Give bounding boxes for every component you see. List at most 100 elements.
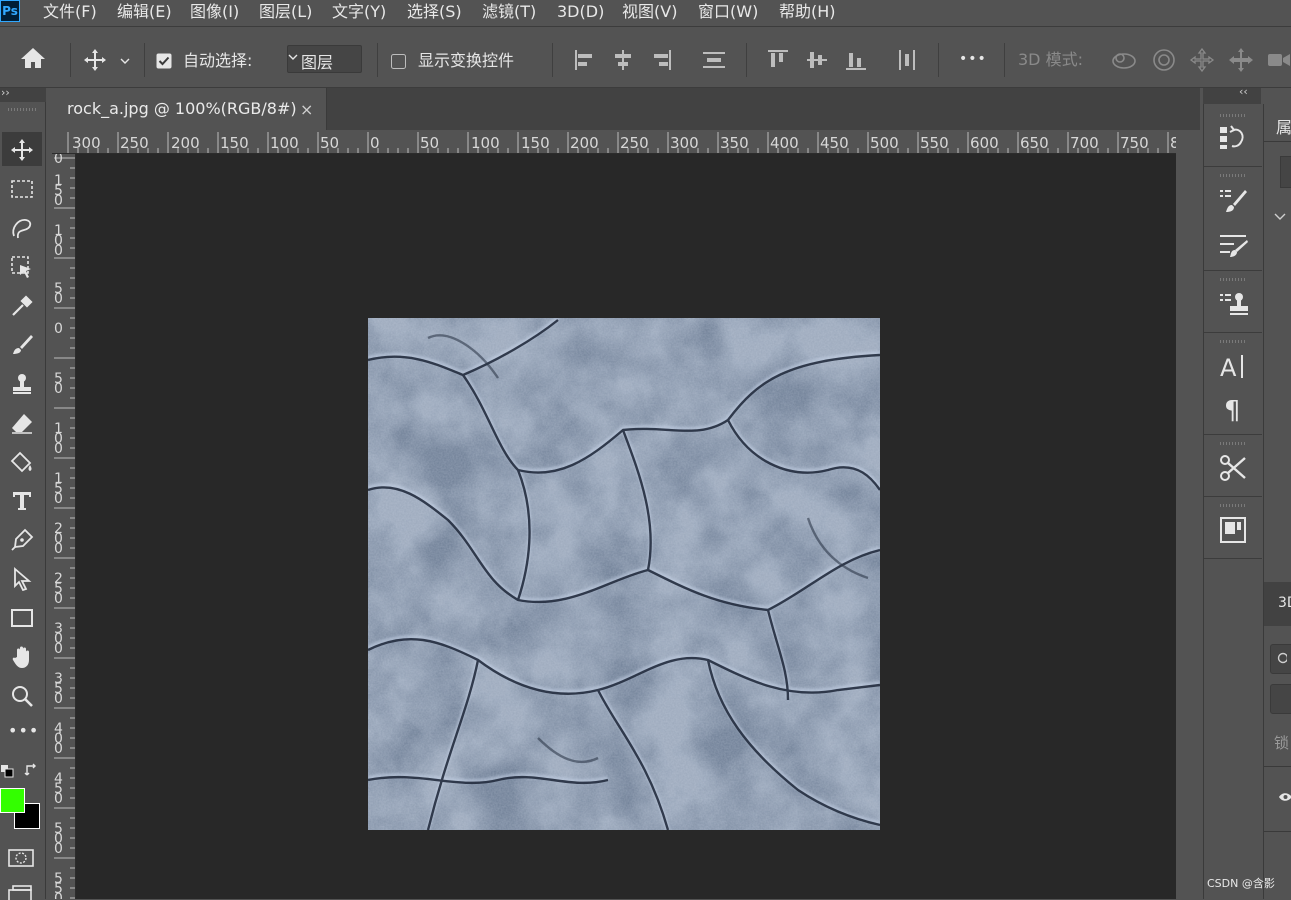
distribute-horizontal-icon[interactable] xyxy=(896,49,918,71)
ruler-label: 150 xyxy=(220,134,249,152)
properties-field[interactable] xyxy=(1280,156,1291,188)
toolbar-collapse-button[interactable]: ›› xyxy=(1,86,10,99)
menu-filter[interactable]: 滤镜(T) xyxy=(482,0,536,24)
move-tool[interactable] xyxy=(2,132,42,166)
object-selection-tool[interactable] xyxy=(2,249,42,283)
align-top-icon[interactable] xyxy=(767,49,789,71)
ruler-label: 4 5 0 xyxy=(54,771,63,807)
brush-tool[interactable] xyxy=(2,327,42,361)
auto-select-checkbox[interactable] xyxy=(156,53,172,69)
menu-select[interactable]: 选择(S) xyxy=(407,0,462,24)
document-tab[interactable]: rock_a.jpg @ 100%(RGB/8#) × xyxy=(52,88,327,130)
align-horizontal-center-icon[interactable] xyxy=(613,49,633,71)
video-3d-camera-icon[interactable] xyxy=(1267,50,1291,70)
eyedropper-tool[interactable] xyxy=(2,288,42,322)
marquee-icon xyxy=(11,180,33,198)
layer-row[interactable] xyxy=(1264,766,1291,832)
menu-window[interactable]: 窗口(W) xyxy=(698,0,758,24)
rectangular-marquee-tool[interactable] xyxy=(2,171,42,205)
ruler-label: 1 5 0 xyxy=(54,173,63,209)
ruler-label: 300 xyxy=(72,134,101,152)
tool-presets-icon[interactable] xyxy=(1217,452,1249,484)
paint-bucket-tool[interactable] xyxy=(2,444,42,478)
panel-3d-tab[interactable]: 3D xyxy=(1264,582,1291,626)
menu-help[interactable]: 帮助(H) xyxy=(779,0,836,24)
close-tab-button[interactable]: × xyxy=(300,100,313,119)
distribute-vertical-icon[interactable] xyxy=(702,49,726,71)
path-selection-tool[interactable] xyxy=(2,561,42,595)
menu-layer[interactable]: 图层(L) xyxy=(259,0,312,24)
vertical-ruler[interactable]: 0 1 5 0 1 0 0 5 0 0 5 0 1 0 0 1 5 0 2 0 0 2 5 0 3 … xyxy=(52,154,76,899)
align-right-icon[interactable] xyxy=(652,49,672,71)
type-tool[interactable] xyxy=(2,483,42,517)
ruler-label: 1 0 0 xyxy=(54,223,63,259)
menu-type[interactable]: 文字(Y) xyxy=(332,0,386,24)
align-bottom-icon[interactable] xyxy=(845,49,867,71)
watermark-text: CSDN @含影 xyxy=(1207,877,1275,890)
auto-select-label: 自动选择: xyxy=(183,51,253,70)
menu-3d[interactable]: 3D(D) xyxy=(557,0,604,24)
more-options-button[interactable]: ••• xyxy=(959,49,987,69)
ruler-label: 200 xyxy=(570,134,599,152)
toolbar-header: ›› xyxy=(0,86,46,102)
menu-view[interactable]: 视图(V) xyxy=(622,0,677,24)
arrow-cursor-icon xyxy=(14,567,32,591)
brush-settings-icon[interactable] xyxy=(1217,184,1249,216)
chevron-down-icon[interactable] xyxy=(120,57,130,65)
properties-tab[interactable]: 属 xyxy=(1264,104,1291,142)
home-icon[interactable] xyxy=(20,47,46,69)
quick-mask-icon[interactable] xyxy=(8,848,34,868)
chevron-down-icon[interactable] xyxy=(1274,212,1286,220)
align-vertical-center-icon[interactable] xyxy=(806,49,828,71)
ruler-label: 50 xyxy=(420,134,440,152)
default-colors-icon[interactable] xyxy=(0,764,14,778)
orbit-3d-camera-icon[interactable] xyxy=(1110,48,1138,72)
align-left-icon[interactable] xyxy=(574,49,594,71)
menu-file[interactable]: 文件(F) xyxy=(43,0,97,24)
vertical-scrollbar-track[interactable] xyxy=(1176,154,1200,899)
hand-tool[interactable] xyxy=(2,639,42,673)
separator xyxy=(1204,332,1262,333)
rectangle-icon xyxy=(11,609,33,627)
ruler-label: 5 5 0 xyxy=(54,871,63,899)
paragraph-panel-icon[interactable]: ¶ xyxy=(1217,392,1249,424)
swap-colors-icon[interactable] xyxy=(24,762,40,778)
ruler-label: 300 xyxy=(670,134,699,152)
edit-toolbar-button[interactable]: ••• xyxy=(2,717,42,751)
pan-3d-camera-icon[interactable] xyxy=(1189,47,1215,73)
separator xyxy=(70,43,71,77)
history-icon[interactable] xyxy=(1217,122,1249,154)
clone-source-icon[interactable] xyxy=(1217,288,1249,320)
rectangle-tool[interactable] xyxy=(2,600,42,634)
screen-mode-icon[interactable] xyxy=(8,884,34,900)
ruler-label: 5 0 xyxy=(54,281,63,307)
roll-3d-camera-icon[interactable] xyxy=(1151,47,1177,73)
more-tools-label: ••• xyxy=(8,721,40,740)
foreground-color-swatch[interactable] xyxy=(0,788,25,813)
visibility-eye-icon[interactable] xyxy=(1278,791,1291,803)
ruler-label: 100 xyxy=(471,134,500,152)
character-panel-icon[interactable]: A xyxy=(1217,350,1249,382)
tools-panel: ›› ••• xyxy=(0,86,46,900)
horizontal-ruler[interactable]: 300 250 200 150 100 50 0 50 100 150 200 … xyxy=(52,130,1176,154)
clone-stamp-tool[interactable] xyxy=(2,366,42,400)
auto-select-dropdown[interactable]: 图层 xyxy=(287,45,362,73)
menu-image[interactable]: 图像(I) xyxy=(190,0,239,24)
panel-filter-field[interactable] xyxy=(1270,684,1291,714)
dock-collapse-button[interactable]: ‹‹ xyxy=(1239,85,1248,98)
lasso-tool[interactable] xyxy=(2,210,42,244)
move-tool-preset-icon[interactable] xyxy=(83,48,107,72)
zoom-tool[interactable] xyxy=(2,678,42,712)
slide-3d-camera-icon[interactable] xyxy=(1227,47,1255,73)
dock-grip xyxy=(1220,442,1246,445)
ruler-label: 5 0 xyxy=(54,371,63,397)
show-transform-checkbox[interactable] xyxy=(391,54,406,69)
document-image-rock-texture[interactable] xyxy=(368,318,880,830)
menu-edit[interactable]: 编辑(E) xyxy=(117,0,172,24)
pen-tool[interactable] xyxy=(2,522,42,556)
panel-search-field[interactable] xyxy=(1270,644,1291,674)
brushes-presets-icon[interactable] xyxy=(1217,228,1249,260)
photoshop-logo[interactable]: Ps xyxy=(0,0,20,22)
libraries-icon[interactable] xyxy=(1217,514,1249,546)
eraser-tool[interactable] xyxy=(2,405,42,439)
